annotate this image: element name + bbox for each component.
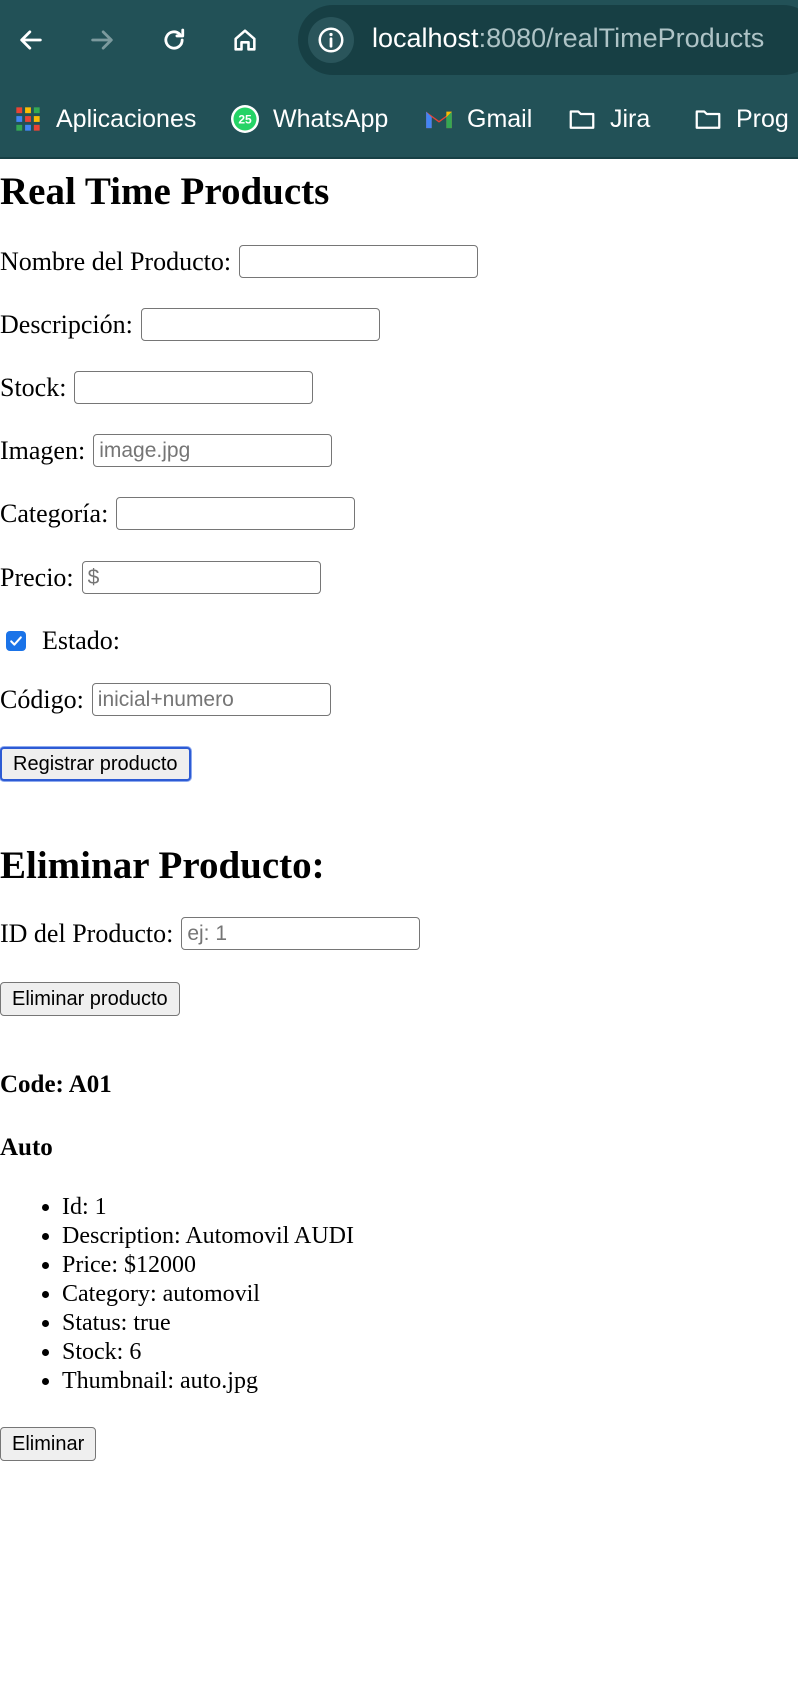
imagen-field-row: Imagen: (0, 434, 333, 467)
page-title: Real Time Products (0, 170, 330, 213)
list-item: Thumbnail: auto.jpg (62, 1367, 354, 1396)
checkmark-icon (10, 636, 22, 646)
precio-field-row: Precio: (0, 561, 321, 594)
list-item: Stock: 6 (62, 1338, 354, 1367)
precio-input[interactable] (81, 561, 321, 594)
url-path: :8080/realTimeProducts (478, 23, 765, 53)
list-item: Status: true (62, 1309, 354, 1338)
product-id-field-row: ID del Producto: (0, 917, 421, 950)
back-button[interactable] (9, 18, 53, 62)
imagen-input[interactable] (93, 434, 333, 467)
nombre-label: Nombre del Producto: (0, 246, 232, 276)
folder-icon (566, 103, 598, 135)
browser-toolbar: localhost:8080/realTimeProducts Aplicaci… (0, 0, 798, 159)
nombre-input[interactable] (239, 245, 479, 278)
stock-label: Stock: (0, 372, 67, 402)
bookmark-label: Prog (736, 104, 789, 133)
bookmarks-bar: Aplicaciones 25 WhatsApp Gmail Jira Prog (0, 94, 798, 144)
product-title: Auto (0, 1134, 53, 1161)
back-arrow-icon (20, 30, 42, 50)
bookmark-aplicaciones[interactable]: Aplicaciones (12, 94, 196, 144)
gmail-icon (423, 103, 455, 135)
whatsapp-badge: 25 (238, 113, 252, 127)
nombre-field-row: Nombre del Producto: (0, 245, 479, 278)
stock-field-row: Stock: (0, 371, 314, 404)
categoria-input[interactable] (116, 497, 356, 530)
bookmark-gmail[interactable]: Gmail (423, 94, 532, 144)
forward-button[interactable] (80, 18, 124, 62)
categoria-field-row: Categoría: (0, 497, 356, 530)
stock-input[interactable] (74, 371, 314, 404)
site-info-button[interactable] (308, 17, 354, 63)
precio-label: Precio: (0, 562, 74, 592)
home-icon (234, 29, 256, 51)
descripcion-field-row: Descripción: (0, 308, 380, 341)
codigo-input[interactable] (91, 683, 331, 716)
bookmark-prog[interactable]: Prog (692, 94, 789, 144)
list-item: Price: $12000 (62, 1251, 354, 1280)
bookmark-whatsapp[interactable]: 25 WhatsApp (229, 94, 388, 144)
list-item: Description: Automovil AUDI (62, 1222, 354, 1251)
product-id-label: ID del Producto: (0, 918, 174, 948)
folder-icon (692, 103, 724, 135)
reload-icon (164, 28, 185, 50)
bookmark-label: Jira (610, 104, 651, 133)
info-icon (318, 27, 344, 53)
eliminar-producto-button[interactable]: Eliminar producto (0, 982, 180, 1016)
apps-grid-icon (12, 103, 44, 135)
codigo-label: Código: (0, 684, 84, 714)
home-button[interactable] (223, 18, 267, 62)
bookmark-label: WhatsApp (273, 104, 389, 133)
eliminar-section-title: Eliminar Producto: (0, 844, 325, 887)
estado-field-row: Estado: (0, 626, 120, 656)
list-item: Id: 1 (62, 1193, 354, 1222)
categoria-label: Categoría: (0, 498, 109, 528)
imagen-label: Imagen: (0, 435, 86, 465)
bookmark-label: Aplicaciones (56, 104, 197, 133)
whatsapp-icon: 25 (229, 103, 261, 135)
descripcion-input[interactable] (140, 308, 380, 341)
estado-label: Estado: (42, 626, 120, 655)
bookmark-label: Gmail (467, 104, 533, 133)
product-code: Code: A01 (0, 1071, 112, 1098)
reload-button[interactable] (152, 18, 196, 62)
address-bar[interactable]: localhost:8080/realTimeProducts (298, 5, 798, 75)
product-id-input[interactable] (181, 917, 421, 950)
registrar-producto-button[interactable]: Registrar producto (0, 747, 191, 781)
list-item: Category: automovil (62, 1280, 354, 1309)
estado-checkbox[interactable] (6, 631, 26, 651)
eliminar-button[interactable]: Eliminar (0, 1427, 97, 1461)
bookmark-jira[interactable]: Jira (566, 94, 650, 144)
product-details-list: Id: 1 Description: Automovil AUDI Price:… (0, 1193, 354, 1396)
forward-arrow-icon (91, 30, 113, 50)
descripcion-label: Descripción: (0, 309, 133, 339)
url-text: localhost:8080/realTimeProducts (372, 23, 764, 54)
url-host: localhost (372, 23, 479, 53)
codigo-field-row: Código: (0, 683, 331, 716)
